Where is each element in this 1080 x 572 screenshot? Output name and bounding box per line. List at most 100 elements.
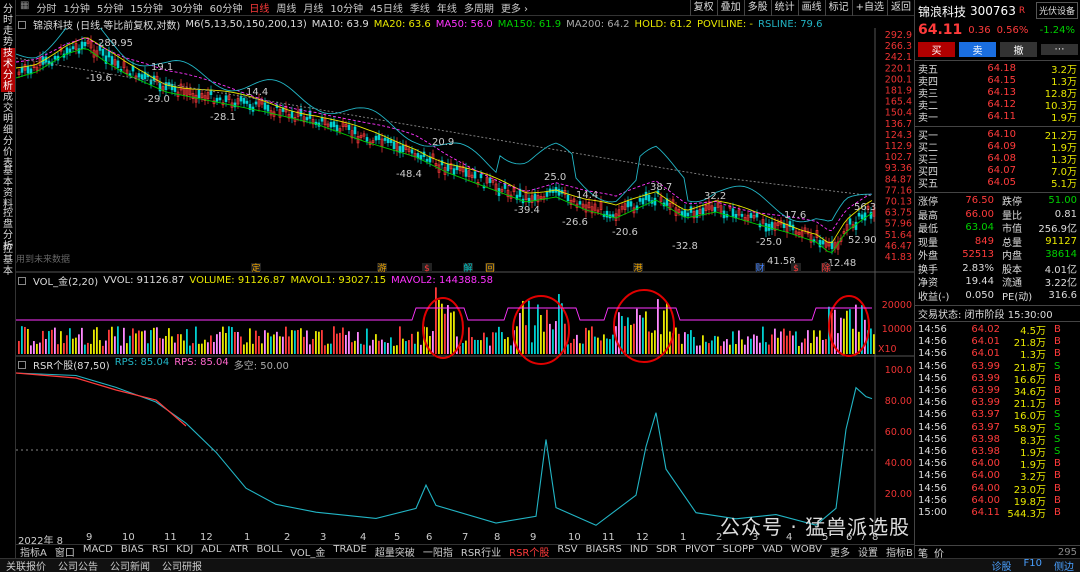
price-tick: 124.3 <box>885 130 912 141</box>
tool-button-6[interactable]: +自选 <box>851 0 887 16</box>
collapse-box-icon[interactable] <box>18 360 26 369</box>
indicator-tab-7[interactable]: ATR <box>225 544 252 559</box>
indicator-tab-16[interactable]: BIASRS <box>582 544 626 559</box>
period-tab-12[interactable]: 年线 <box>437 0 457 15</box>
indicator-tab-12[interactable]: 一阳指 <box>419 544 457 559</box>
price-tick: 93.36 <box>885 163 912 174</box>
bottom-right-btn-0[interactable]: 指标B <box>882 544 917 559</box>
indicator-tab-14[interactable]: RSR个股 <box>505 544 553 559</box>
volume-bar <box>261 343 263 354</box>
candle-body <box>740 213 744 217</box>
candle-body <box>446 163 450 172</box>
volume-bar <box>780 331 782 354</box>
volume-legend: VOL_金(2,20) VVOL: 91126.87 VOLUME: 91126.… <box>18 273 493 288</box>
indicator-tab-4[interactable]: RSI <box>148 544 172 559</box>
period-tab-14[interactable]: 更多 › <box>501 0 528 15</box>
price-tab[interactable]: 价 <box>934 545 944 560</box>
price-tick: 112.9 <box>885 141 912 152</box>
volume-bar <box>297 330 299 354</box>
left-tab-4[interactable]: 基本资料 <box>1 166 15 210</box>
left-tab-3[interactable]: 分价表 <box>1 136 15 169</box>
indicator-tab-21[interactable]: VAD <box>758 544 787 559</box>
footer-link-0[interactable]: 关联报价 <box>0 558 52 572</box>
period-tab-5[interactable]: 60分钟 <box>210 0 243 15</box>
indicator-tab-2[interactable]: MACD <box>79 544 117 559</box>
tool-button-2[interactable]: 多股 <box>743 0 771 16</box>
indicator-tab-5[interactable]: KDJ <box>172 544 197 559</box>
period-tab-0[interactable]: 分时 <box>36 0 56 15</box>
period-tab-4[interactable]: 30分钟 <box>170 0 203 15</box>
indicator-tab-19[interactable]: PIVOT <box>681 544 719 559</box>
footer-right-btn-2[interactable]: 侧边 <box>1048 558 1080 572</box>
indicator-tab-18[interactable]: SDR <box>652 544 681 559</box>
left-tab-2[interactable]: 成交明细 <box>1 92 15 136</box>
volume-bar <box>735 344 737 354</box>
collapse-box-icon[interactable] <box>18 276 26 285</box>
volume-bar <box>642 317 644 354</box>
footer-right-btn-1[interactable]: F10 <box>1018 558 1048 572</box>
indicator-tab-10[interactable]: TRADE <box>329 544 371 559</box>
period-tab-13[interactable]: 多周期 <box>464 0 494 15</box>
period-tab-3[interactable]: 15分钟 <box>130 0 163 15</box>
indicator-tab-20[interactable]: SLOPP <box>719 544 759 559</box>
left-tab-6[interactable]: 控基本 <box>1 244 15 277</box>
period-tab-6[interactable]: 日线 <box>249 0 269 15</box>
volume-bar <box>312 338 314 354</box>
footer-link-2[interactable]: 公司新闻 <box>104 558 156 572</box>
period-tab-2[interactable]: 5分钟 <box>97 0 123 15</box>
indicator-tab-15[interactable]: RSV <box>553 544 581 559</box>
volume-bar <box>240 336 242 354</box>
indicator-tab-11[interactable]: 超量突破 <box>371 544 419 559</box>
footer-right-btn-0[interactable]: 诊股 <box>986 558 1018 572</box>
tool-button-4[interactable]: 画线 <box>797 0 825 16</box>
candle-body <box>557 188 561 196</box>
stat-row-4: 外盘 52513 内盘 38614 <box>918 249 1077 262</box>
tabs-grid-icon[interactable]: ▦ <box>20 0 29 15</box>
volume-bar <box>717 336 719 354</box>
indicator-tab-24[interactable]: 设置 <box>854 544 882 559</box>
buy-button[interactable]: 买 <box>918 42 955 57</box>
indicator-tab-9[interactable]: VOL_金 <box>286 544 329 559</box>
indicator-tab-6[interactable]: ADL <box>197 544 225 559</box>
period-tab-1[interactable]: 1分钟 <box>63 0 89 15</box>
candle-body <box>605 210 609 218</box>
volume-bar <box>213 341 215 354</box>
period-tab-9[interactable]: 10分钟 <box>330 0 363 15</box>
indicator-tab-8[interactable]: BOLL <box>253 544 287 559</box>
footer-link-1[interactable]: 公司公告 <box>52 558 104 572</box>
sell-button[interactable]: 卖 <box>959 42 996 57</box>
period-tab-8[interactable]: 月线 <box>303 0 323 15</box>
indicator-tab-22[interactable]: WOBV <box>787 544 826 559</box>
tool-button-3[interactable]: 统计 <box>770 0 798 16</box>
footer-link-3[interactable]: 公司研报 <box>156 558 208 572</box>
volume-bars <box>18 287 875 365</box>
tick-tab[interactable]: 笔 <box>918 545 928 560</box>
indicator-tab-23[interactable]: 更多 <box>826 544 854 559</box>
indicator-tab-0[interactable]: 指标A <box>16 544 51 559</box>
volume-bar <box>216 334 218 354</box>
tool-button-1[interactable]: 叠加 <box>716 0 744 16</box>
indicator-tab-1[interactable]: 窗口 <box>51 544 79 559</box>
sector-button[interactable]: 光伏设备 <box>1035 2 1078 19</box>
indicator-tab-17[interactable]: IND <box>626 544 652 559</box>
tool-button-5[interactable]: 标记 <box>824 0 852 16</box>
rsr-tick: 100.0 <box>885 365 912 376</box>
volume-bar <box>783 328 785 354</box>
left-tab-0[interactable]: 分时走势 <box>1 4 15 48</box>
volume-bar <box>453 311 455 354</box>
candle-body <box>170 83 174 91</box>
volume-bar <box>237 332 239 354</box>
price-change: 0.36 <box>968 24 991 36</box>
more-button[interactable]: ⋯ <box>1041 44 1078 55</box>
period-tab-11[interactable]: 季线 <box>410 0 430 15</box>
tick-row: 14:56 63.97 58.9万 S <box>918 421 1061 435</box>
left-tab-1[interactable]: 技术分析 <box>1 48 15 92</box>
indicator-tab-13[interactable]: RSR行业 <box>457 544 505 559</box>
volume-bar <box>57 344 59 354</box>
cancel-button[interactable]: 撤 <box>1000 42 1037 57</box>
indicator-tab-3[interactable]: BIAS <box>117 544 148 559</box>
tool-button-0[interactable]: 复权 <box>689 0 717 16</box>
tool-button-7[interactable]: 返回 <box>887 0 914 16</box>
period-tab-10[interactable]: 45日线 <box>370 0 403 15</box>
period-tab-7[interactable]: 周线 <box>276 0 296 15</box>
